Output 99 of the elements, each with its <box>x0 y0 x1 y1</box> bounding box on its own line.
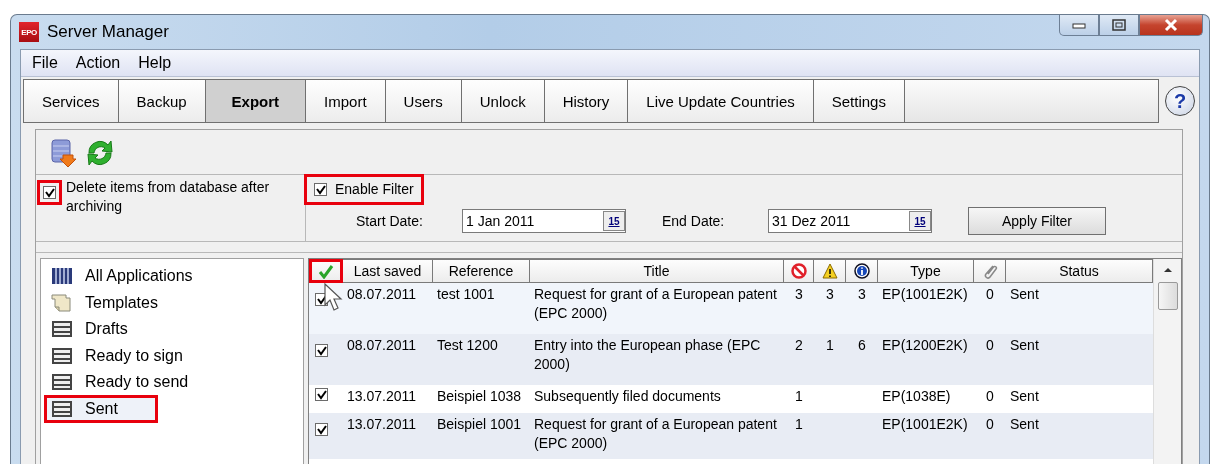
minimize-icon <box>1072 21 1086 29</box>
tab[interactable]: Settings <box>813 80 905 122</box>
column-header[interactable]: Status <box>1006 259 1153 283</box>
pages-icon <box>51 293 73 312</box>
tab[interactable]: Unlock <box>461 80 545 122</box>
table-cell: 0 <box>986 416 994 432</box>
info-icon <box>853 263 870 279</box>
column-header[interactable]: Title <box>530 259 784 283</box>
table-cell: 0 <box>986 337 994 353</box>
table-cell: Sent <box>1010 337 1039 353</box>
table-cell: Sent <box>1010 416 1039 432</box>
row-checkbox[interactable] <box>315 344 328 357</box>
close-icon <box>1163 18 1179 32</box>
prohibited-icon <box>790 263 807 279</box>
scrollbar[interactable] <box>1153 259 1181 464</box>
check-icon <box>317 263 334 279</box>
export-database-icon <box>50 138 76 168</box>
table-cell: Entry into the European phase (EPC 2000) <box>534 337 761 372</box>
table-cell: EP(1001E2K) <box>882 286 968 302</box>
scroll-up-icon <box>1162 267 1173 273</box>
date-field[interactable]: 1 Jan 2011 15 <box>462 209 626 233</box>
apply-filter-button[interactable]: Apply Filter <box>968 207 1106 235</box>
checkbox[interactable] <box>43 186 56 199</box>
checkbox[interactable] <box>314 183 327 196</box>
date-field[interactable]: 31 Dez 2011 15 <box>768 209 932 233</box>
tab[interactable]: Import <box>306 80 386 122</box>
window-title: Server Manager <box>47 22 169 42</box>
table-cell: EP(1038E) <box>882 388 951 404</box>
table-row[interactable]: 13.07.2011 Beispiel 1001 Request for grant of a European patent (EPC 2000) 1 EP(1001E2K) 0 Sent <box>309 413 1153 459</box>
table-cell: Beispiel 1038 <box>437 388 522 404</box>
menu-item[interactable]: Help <box>129 54 181 72</box>
minimize-button[interactable] <box>1059 15 1099 36</box>
tab[interactable]: Live Update Countries <box>628 80 814 122</box>
column-header[interactable] <box>846 259 878 283</box>
list-icon <box>51 346 73 365</box>
table-cell: 13.07.2011 <box>347 416 417 432</box>
columns-icon <box>51 267 73 286</box>
scrollbar-thumb[interactable] <box>1157 282 1178 310</box>
table-cell: 13.07.2011 <box>347 388 417 404</box>
tab[interactable]: Users <box>385 80 462 122</box>
row-checkbox[interactable] <box>315 388 328 401</box>
sidebar-item[interactable]: Ready to sign <box>41 342 299 369</box>
tab[interactable]: Export <box>205 80 307 122</box>
table-cell: Subsequently filed documents <box>534 388 721 404</box>
calendar-button[interactable]: 15 <box>603 211 625 231</box>
table-cell: 2 <box>795 337 803 353</box>
table-cell: 08.07.2011 <box>347 337 417 353</box>
checkbox-label: Enable Filter <box>335 180 414 199</box>
table-cell: Test 1200 <box>437 337 498 353</box>
sidebar-item[interactable]: Templates <box>41 289 299 316</box>
sidebar-item[interactable]: Sent <box>45 395 157 422</box>
checkbox-label: Delete items from database after archiving <box>66 178 271 216</box>
table-cell: 3 <box>826 286 834 302</box>
table-cell: Sent <box>1010 388 1039 404</box>
close-button[interactable] <box>1139 15 1203 36</box>
table-cell: Request for grant of a European patent (EPC 2000) <box>534 286 777 321</box>
table-cell: Sent <box>1010 286 1039 302</box>
refresh-icon <box>84 138 116 168</box>
calendar-button[interactable]: 15 <box>909 211 931 231</box>
tab[interactable]: History <box>544 80 629 122</box>
maximize-icon <box>1112 19 1126 31</box>
tab[interactable]: Services <box>24 80 119 122</box>
column-header[interactable]: Reference <box>433 259 530 283</box>
table-cell: 0 <box>986 286 994 302</box>
table-cell: 6 <box>858 337 866 353</box>
table-cell: 08.07.2011 <box>347 286 417 302</box>
warning-icon <box>821 263 838 279</box>
table-cell: 1 <box>826 337 834 353</box>
field-label: Start Date: <box>356 213 424 229</box>
sidebar-item[interactable]: Drafts <box>41 316 299 343</box>
list-icon <box>51 373 73 392</box>
sidebar-item[interactable]: All Applications <box>41 263 299 290</box>
menu-item[interactable]: File <box>23 54 67 72</box>
table-row[interactable]: 08.07.2011 test 1001 Request for grant of a European patent (EPC 2000) 3 3 3 EP(1001E2K) 0 Sent <box>309 283 1153 334</box>
sidebar-item[interactable]: Ready to send <box>41 369 299 396</box>
select-all-header[interactable] <box>309 259 343 283</box>
table-cell: 0 <box>986 388 994 404</box>
menu-item[interactable]: Action <box>66 54 130 72</box>
mouse-pointer-icon <box>324 283 344 313</box>
table-cell: 1 <box>795 416 803 432</box>
list-icon <box>51 320 73 339</box>
column-header[interactable]: Last saved <box>343 259 433 283</box>
table-cell: Beispiel 1001 <box>437 416 522 432</box>
table-row[interactable]: 08.07.2011 Test 1200 Entry into the European phase (EPC 2000) 2 1 6 EP(1200E2K) 0 Sent <box>309 334 1153 385</box>
help-button[interactable]: ? <box>1165 86 1195 116</box>
maximize-button[interactable] <box>1099 15 1139 36</box>
table-cell: 3 <box>795 286 803 302</box>
table-cell: test 1001 <box>437 286 495 302</box>
list-icon <box>51 399 73 418</box>
app-logo: EPO <box>19 22 39 42</box>
tab[interactable]: Backup <box>118 80 206 122</box>
field-label: End Date: <box>662 213 726 229</box>
table-cell: EP(1001E2K) <box>882 416 968 432</box>
table-cell: 1 <box>795 388 803 404</box>
row-checkbox[interactable] <box>315 423 328 436</box>
table-cell: Request for grant of a European patent (EPC 2000) <box>534 416 777 451</box>
table-cell: EP(1200E2K) <box>882 337 968 353</box>
column-header[interactable]: Type <box>878 259 974 283</box>
table-cell: 3 <box>858 286 866 302</box>
